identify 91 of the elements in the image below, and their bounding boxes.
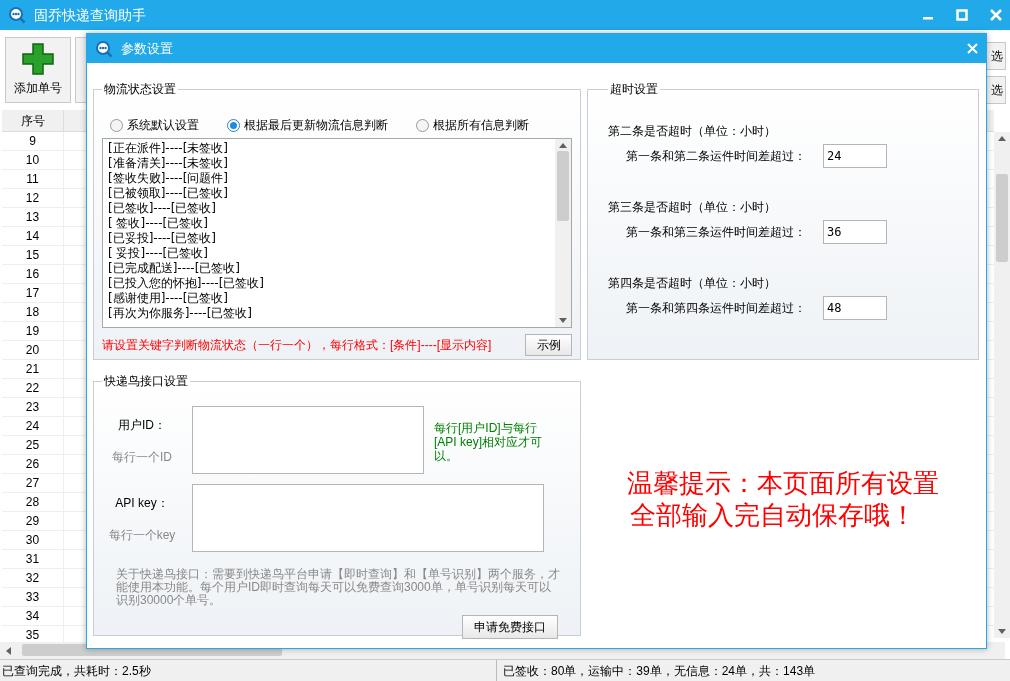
table-cell: 22	[2, 379, 64, 397]
table-cell: 17	[2, 284, 64, 302]
tip-text: 温馨提示：本页面所有设置	[627, 468, 939, 498]
table-cell: 24	[2, 417, 64, 435]
radio-option[interactable]: 根据最后更新物流信息判断	[227, 112, 388, 138]
table-cell: 19	[2, 322, 64, 340]
table-cell: 32	[2, 569, 64, 587]
window-title: 固乔快递查询助手	[34, 5, 146, 25]
timeout-heading: 第四条是否超时（单位：小时）	[608, 275, 777, 290]
table-cell: 27	[2, 474, 64, 492]
table-cell: 16	[2, 265, 64, 283]
rule-line: [准备清关]----[未签收]	[108, 156, 229, 171]
column-header[interactable]: 序号	[2, 110, 64, 131]
rule-line: [ 妥投]----[已签收]	[108, 246, 208, 261]
table-cell: 18	[2, 303, 64, 321]
field-label: 第一条和第二条运件时间差超过：	[626, 148, 807, 165]
field-label: API key：	[115, 495, 169, 512]
rule-line: [已被领取]----[已签收]	[108, 186, 229, 201]
table-cell: 21	[2, 360, 64, 378]
tip-text: 全部输入完自动保存哦！	[630, 500, 917, 530]
table-cell: 10	[2, 151, 64, 169]
rule-line: [已妥投]----[已签收]	[108, 231, 217, 246]
about-text: 关于快递鸟接口：需要到快递鸟平台申请【即时查询】和【单号识别】两个服务，才能使用本功能。每个用户ID即时查询每天可以免费查询3000单，单号识别每天可以识别30000个单号。	[115, 566, 561, 607]
api-key-field[interactable]	[192, 484, 544, 552]
scroll-up-arrow-icon[interactable]	[559, 143, 567, 148]
hours-field[interactable]: 24	[823, 144, 887, 168]
radio-button[interactable]	[416, 118, 429, 132]
radio-option[interactable]: 根据所有信息判断	[416, 112, 529, 138]
scroll-thumb[interactable]	[557, 151, 569, 221]
table-cell: 23	[2, 398, 64, 416]
example-button[interactable]: 示例	[525, 334, 572, 356]
table-cell: 28	[2, 493, 64, 511]
radio-button[interactable]	[227, 118, 240, 132]
table-cell: 13	[2, 208, 64, 226]
radio-option[interactable]: 系统默认设置	[110, 112, 199, 138]
table-cell: 29	[2, 512, 64, 530]
pairing-note: 每行[用户ID]与每行[API key]相对应才可以。	[434, 420, 544, 465]
hours-field[interactable]: 48	[823, 296, 887, 320]
field-label: 第一条和第三条运件时间差超过：	[626, 224, 807, 241]
rule-line: [已投入您的怀抱]----[已签收]	[108, 276, 265, 291]
status-text: 已查询完成，共耗时：2.5秒	[1, 662, 152, 680]
table-cell: 25	[2, 436, 64, 454]
group-title: 超时设置	[609, 81, 659, 98]
table-cell: 12	[2, 189, 64, 207]
dialog-title: 参数设置	[121, 39, 173, 58]
format-hint: 请设置关键字判断物流状态（一行一个），每行格式：[条件]----[显示内容]	[102, 337, 492, 354]
rules-textarea[interactable]: [正在派件]----[未签收] [准备清关]----[未签收] [签收失败]----[问题件] [已被领取]----[已签收] [已签收]----[已签收] [ 签收]----[已签收] [已妥投]----[已签收] [ 妥投]----[已签收] [已完成配送]----[已签收] [已投入您的怀抱]----[已签收] [感谢使用]----[已签收] [再次为你服务]----[已签收]	[102, 138, 572, 328]
table-cell: 34	[2, 607, 64, 625]
table-cell: 33	[2, 588, 64, 606]
rule-line: [签收失败]----[问题件]	[108, 171, 229, 186]
magnifier-icon	[95, 39, 113, 58]
scroll-up-arrow-icon[interactable]	[998, 136, 1006, 141]
add-number-button[interactable]: 添加单号	[5, 37, 71, 103]
apply-button[interactable]: 申请免费接口	[462, 615, 558, 639]
scrollbar[interactable]	[994, 132, 1010, 638]
close-icon[interactable]	[990, 9, 1002, 21]
scrollbar[interactable]	[555, 139, 571, 327]
radio-button[interactable]	[110, 118, 123, 132]
table-cell: 14	[2, 227, 64, 245]
table-cell: 31	[2, 550, 64, 568]
field-label: 用户ID：	[118, 417, 166, 434]
table-cell: 30	[2, 531, 64, 549]
rule-line: [感谢使用]----[已签收]	[108, 291, 229, 306]
scroll-thumb[interactable]	[996, 174, 1008, 262]
user-id-field[interactable]	[192, 406, 424, 474]
magnifier-icon	[8, 6, 26, 24]
hours-field[interactable]: 36	[823, 220, 887, 244]
table-cell: 9	[2, 132, 64, 150]
scroll-left-arrow-icon[interactable]	[6, 647, 11, 655]
close-icon[interactable]	[967, 43, 978, 54]
rule-line: [已签收]----[已签收]	[108, 201, 217, 216]
group-title: 快递鸟接口设置	[103, 373, 189, 390]
timeout-heading: 第二条是否超时（单位：小时）	[608, 123, 777, 138]
rule-line: [ 签收]----[已签收]	[108, 216, 208, 231]
field-label: 第一条和第四条运件时间差超过：	[626, 300, 807, 317]
table-cell: 20	[2, 341, 64, 359]
scroll-down-arrow-icon[interactable]	[559, 318, 567, 323]
table-cell: 11	[2, 170, 64, 188]
rule-line: [正在派件]----[未签收]	[108, 141, 229, 156]
timeout-heading: 第三条是否超时（单位：小时）	[608, 199, 777, 214]
rule-line: [再次为你服务]----[已签收]	[108, 306, 253, 321]
field-hint: 每行一个key	[108, 527, 176, 544]
status-summary: 已签收：80单，运输中：39单，无信息：24单，共：143单	[496, 660, 816, 681]
plus-icon	[22, 43, 54, 75]
scroll-down-arrow-icon[interactable]	[998, 629, 1006, 634]
rule-line: [已完成配送]----[已签收]	[108, 261, 241, 276]
table-cell: 26	[2, 455, 64, 473]
field-hint: 每行一个ID	[112, 449, 172, 466]
table-cell: 15	[2, 246, 64, 264]
maximize-icon[interactable]	[956, 9, 968, 21]
group-title: 物流状态设置	[103, 81, 177, 98]
